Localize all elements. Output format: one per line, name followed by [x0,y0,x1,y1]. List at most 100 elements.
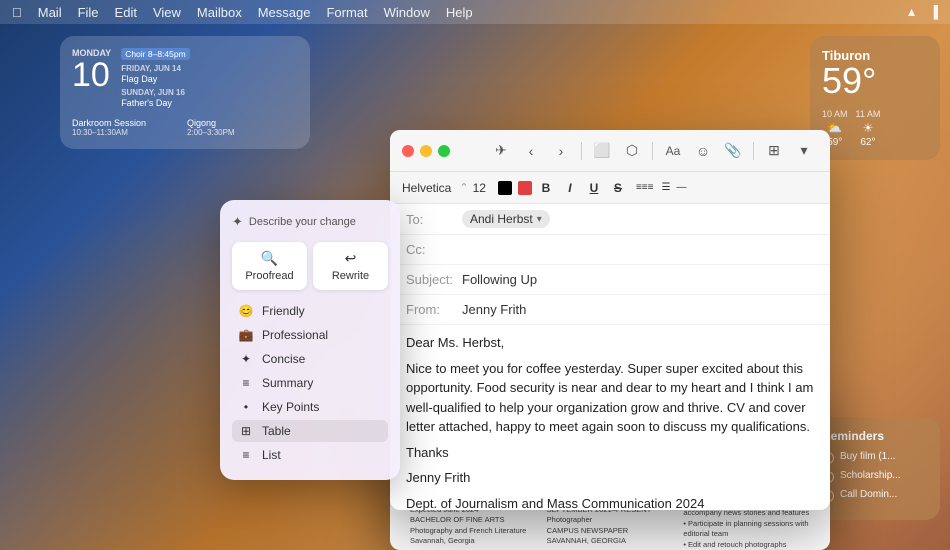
toolbar-separator [581,142,582,160]
subject-value[interactable]: Following Up [462,272,537,287]
desktop:  Mail File Edit View Mailbox Message Fo… [0,0,950,550]
close-button[interactable] [402,145,414,157]
to-label: To: [406,212,456,227]
menu-window[interactable]: Window [384,5,430,20]
underline-button[interactable]: U [584,178,604,198]
darkroom-event: Darkroom Session 10:30–11:30AM [72,118,183,137]
menu-file[interactable]: File [78,5,99,20]
font-button[interactable]: Aa [659,137,687,165]
list-format-icon: ☰ [661,182,670,193]
battery-icon: ▐ [929,5,938,19]
option-friendly[interactable]: 😊 Friendly [232,300,388,322]
friendly-icon: 😊 [238,304,254,318]
to-value[interactable]: Andi Herbst ▾ [462,210,550,228]
window-icon[interactable]: ⬜ [588,137,616,165]
reminder-text-3: Call Domin... [840,489,897,500]
concise-label: Concise [262,352,305,366]
option-table[interactable]: ⊞ Table [232,420,388,442]
choir-event: Choir 8–8:45pm [121,48,189,60]
attach-button[interactable]: 📎 [719,137,747,165]
font-name[interactable]: Helvetica [402,181,451,195]
from-value: Jenny Frith [462,302,526,317]
option-list[interactable]: ≡ List [232,444,388,466]
menu-mailbox[interactable]: Mailbox [197,5,242,20]
cc-field[interactable]: Cc: [390,235,830,265]
proofread-button[interactable]: 🔍 Proofread [232,242,307,290]
list-icon: ≡ [238,448,254,462]
time-10am: 10 AM [822,109,848,119]
font-chevron-icon[interactable]: ⌃ [459,181,468,194]
apple-menu[interactable]:  [12,5,22,20]
chevron-left-icon[interactable]: ‹ [517,137,545,165]
keypoints-label: Key Points [262,400,319,414]
more-button[interactable]: ▾ [790,137,818,165]
body-title: Dept. of Journalism and Mass Communicati… [406,494,814,511]
italic-button[interactable]: I [560,178,580,198]
calendar-day-label: MONDAY [72,48,111,58]
magic-icon: ✦ [232,214,243,230]
rewrite-icon: ↩ [345,250,357,267]
table-insert-button[interactable]: ⊞ [760,137,788,165]
cloud-sun-icon: ⛅ [827,121,842,135]
menu-help[interactable]: Help [446,5,473,20]
option-concise[interactable]: ✦ Concise [232,348,388,370]
calendar-widget: MONDAY 10 Choir 8–8:45pm FRIDAY, JUN 14 … [60,36,310,149]
option-professional[interactable]: 💼 Professional [232,324,388,346]
table-label: Table [262,424,291,438]
from-field: From: Jenny Frith [390,295,830,325]
font-size[interactable]: 12 [473,181,486,195]
option-summary[interactable]: ≡ Summary [232,372,388,394]
red-color-picker[interactable] [518,181,532,195]
rewrite-button[interactable]: ↩ Rewrite [313,242,388,290]
minimize-button[interactable] [420,145,432,157]
calendar-date-num: 10 [72,58,111,92]
summary-label: Summary [262,376,313,390]
concise-icon: ✦ [238,352,254,366]
reminder-1: Buy film (1... [822,451,928,464]
qigong-event: Qigong 2:00–3:30PM [187,118,298,137]
recipient-chip[interactable]: Andi Herbst ▾ [462,210,550,228]
menu-format[interactable]: Format [326,5,367,20]
writing-options-list: 😊 Friendly 💼 Professional ✦ Concise ≡ Su… [232,300,388,466]
menu-view[interactable]: View [153,5,181,20]
format-bar: Helvetica ⌃ 12 B I U S ≡≡≡ ☰ — [390,172,830,204]
subject-label: Subject: [406,272,456,287]
friday-label: FRIDAY, JUN 14 [121,64,298,73]
send-button[interactable]: ✈ [487,137,515,165]
align-icons: ≡≡≡ [636,182,654,193]
reminders-title: Reminders [822,429,928,443]
recipient-name: Andi Herbst [470,212,533,226]
temp-11am: 62° [860,137,875,148]
body-greeting: Dear Ms. Herbst, [406,333,814,353]
keypoints-icon: • [238,400,254,414]
chevron-right-icon[interactable]: › [547,137,575,165]
proofread-label: Proofread [245,270,293,282]
to-field: To: Andi Herbst ▾ [390,204,830,235]
employment-text: SEPTEMBER 2021–PRESENT Photographer CAMP… [547,505,674,547]
color-picker[interactable] [498,181,512,195]
friendly-label: Friendly [262,304,305,318]
window2-icon[interactable]: ⬡ [618,137,646,165]
mail-body[interactable]: Dear Ms. Herbst, Nice to meet you for co… [390,325,830,510]
menubar-right: ▲ ▐ [906,5,938,19]
indent-icon: — [676,182,686,193]
menu-edit[interactable]: Edit [115,5,137,20]
rewrite-label: Rewrite [332,270,369,282]
mail-compose: To: Andi Herbst ▾ Cc: Subject: Following… [390,204,830,510]
from-label: From: [406,302,456,317]
emoji-button[interactable]: ☺ [689,137,717,165]
menu-mail[interactable]: Mail [38,5,62,20]
forecast-11am: 11 AM ☀ 62° [856,109,881,148]
mail-toolbar-icons: ✈ ‹ › ⬜ ⬡ Aa ☺ 📎 ⊞ ▾ [487,137,818,165]
menubar:  Mail File Edit View Mailbox Message Fo… [0,0,950,24]
sun-icon: ☀ [863,121,874,135]
body-name: Jenny Frith [406,468,814,488]
strikethrough-button[interactable]: S [608,178,628,198]
sunday-label: SUNDAY, JUN 16 [121,88,298,97]
option-key-points[interactable]: • Key Points [232,396,388,418]
traffic-lights [402,145,450,157]
menu-message[interactable]: Message [258,5,311,20]
bold-button[interactable]: B [536,178,556,198]
proofread-icon: 🔍 [261,250,278,267]
maximize-button[interactable] [438,145,450,157]
